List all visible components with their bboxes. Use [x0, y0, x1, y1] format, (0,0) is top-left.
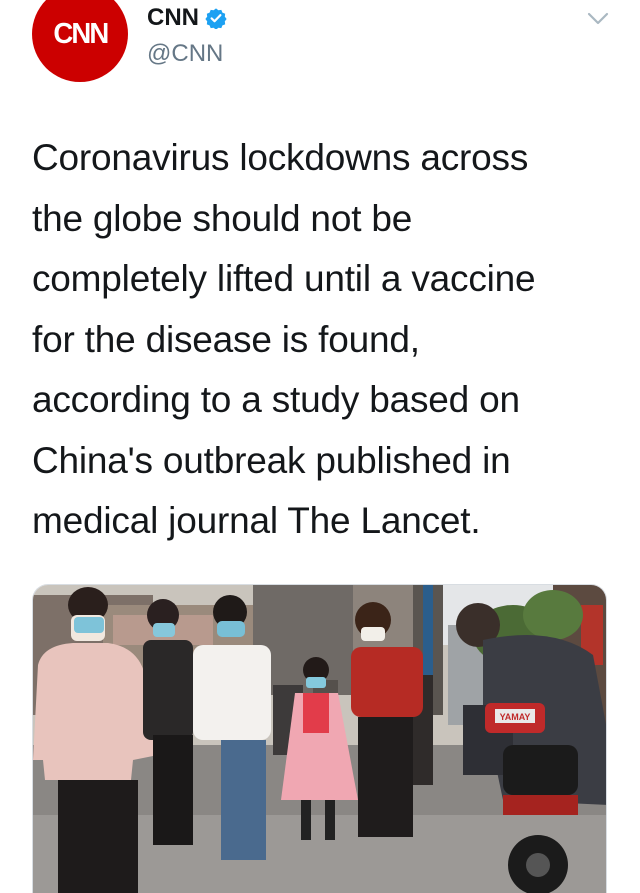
avatar-logo-text: CNN — [52, 17, 109, 50]
scooter-sign-text: YAMAY — [500, 712, 531, 722]
verified-badge-icon — [205, 8, 227, 29]
tweet-card[interactable]: CNN CNN @CNN Coronavirus lockdowns acros… — [0, 0, 640, 893]
author-handle[interactable]: @CNN — [147, 40, 223, 68]
avatar[interactable]: CNN — [32, 0, 128, 82]
street-photo-illustration: YAMAY — [33, 585, 606, 893]
author-display-name[interactable]: CNN — [147, 4, 199, 32]
tweet-text: Coronavirus lockdowns across the globe s… — [32, 137, 536, 541]
author-name-row: CNN — [147, 4, 227, 32]
tweet-photo[interactable]: YAMAY — [32, 584, 607, 893]
chevron-down-icon[interactable] — [586, 10, 610, 28]
